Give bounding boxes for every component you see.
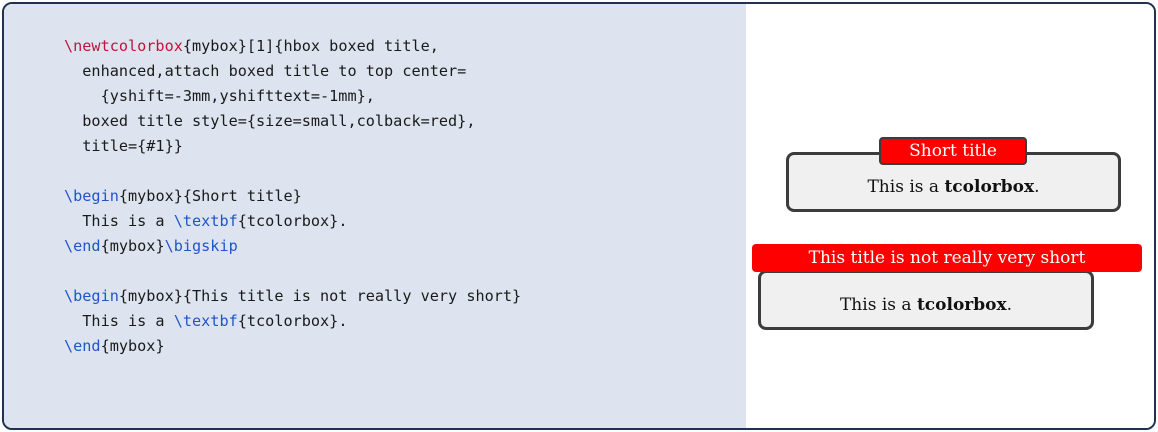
code-line: \begin{mybox}{This title is not really v… — [64, 284, 521, 309]
code-keyword: \textbf — [173, 312, 238, 330]
code-keyword: \begin — [64, 287, 119, 305]
code-text: title={#1}} — [64, 137, 183, 155]
code-keyword: \newtcolorbox — [64, 37, 183, 55]
code-text: boxed title style={size=small,colback=re… — [64, 112, 476, 130]
tcolorbox-long-title: This is a tcolorbox. — [758, 270, 1094, 330]
box-title: This title is not really very short — [752, 244, 1142, 272]
box-body-period: . — [1034, 177, 1040, 197]
box-body-bold: tcolorbox — [916, 295, 1007, 315]
code-text: {tcolorbox}. — [237, 212, 348, 230]
code-text: This is a — [64, 312, 174, 330]
code-line: This is a \textbf{tcolorbox}. — [64, 309, 521, 334]
code-listing-pane: \newtcolorbox{mybox}[1]{hbox boxed title… — [4, 4, 746, 428]
code-text: This is a — [64, 212, 174, 230]
code-line: \begin{mybox}{Short title} — [64, 184, 521, 209]
code-text: {yshift=-3mm,yshifttext=-1mm}, — [64, 87, 375, 105]
example-frame: \newtcolorbox{mybox}[1]{hbox boxed title… — [2, 2, 1156, 430]
output-pane: This is a tcolorbox. Short title This is… — [746, 4, 1154, 428]
code-text: {mybox}{This title is not really very sh… — [118, 287, 522, 305]
code-keyword: \bigskip — [164, 237, 238, 255]
box-body-bold: tcolorbox — [944, 177, 1035, 197]
box-body: This is a tcolorbox. — [761, 295, 1091, 315]
code-keyword: \end — [64, 337, 101, 355]
code-text: {mybox} — [100, 237, 165, 255]
code-line: title={#1}} — [64, 134, 521, 159]
code-line: enhanced,attach boxed title to top cente… — [64, 59, 521, 84]
code-text: {mybox}[1]{hbox boxed title, — [182, 37, 439, 55]
code-line: boxed title style={size=small,colback=re… — [64, 109, 521, 134]
box-body-text: This is a — [867, 177, 945, 197]
code-keyword: \end — [64, 237, 101, 255]
code-text: {mybox} — [100, 337, 165, 355]
code-text: {mybox}{Short title} — [118, 187, 302, 205]
code-keyword: \textbf — [173, 212, 238, 230]
box-title: Short title — [879, 137, 1027, 165]
code-text: {tcolorbox}. — [237, 312, 348, 330]
code-line: This is a \textbf{tcolorbox}. — [64, 209, 521, 234]
code-line: \end{mybox} — [64, 334, 521, 359]
code-line: {yshift=-3mm,yshifttext=-1mm}, — [64, 84, 521, 109]
box-body-text: This is a — [839, 295, 917, 315]
code-keyword: \begin — [64, 187, 119, 205]
code-listing: \newtcolorbox{mybox}[1]{hbox boxed title… — [64, 34, 521, 359]
box-body: This is a tcolorbox. — [789, 177, 1118, 197]
code-line: \newtcolorbox{mybox}[1]{hbox boxed title… — [64, 34, 521, 59]
code-line: \end{mybox}\bigskip — [64, 234, 521, 259]
code-text: enhanced,attach boxed title to top cente… — [64, 62, 467, 80]
box-body-period: . — [1006, 295, 1013, 315]
